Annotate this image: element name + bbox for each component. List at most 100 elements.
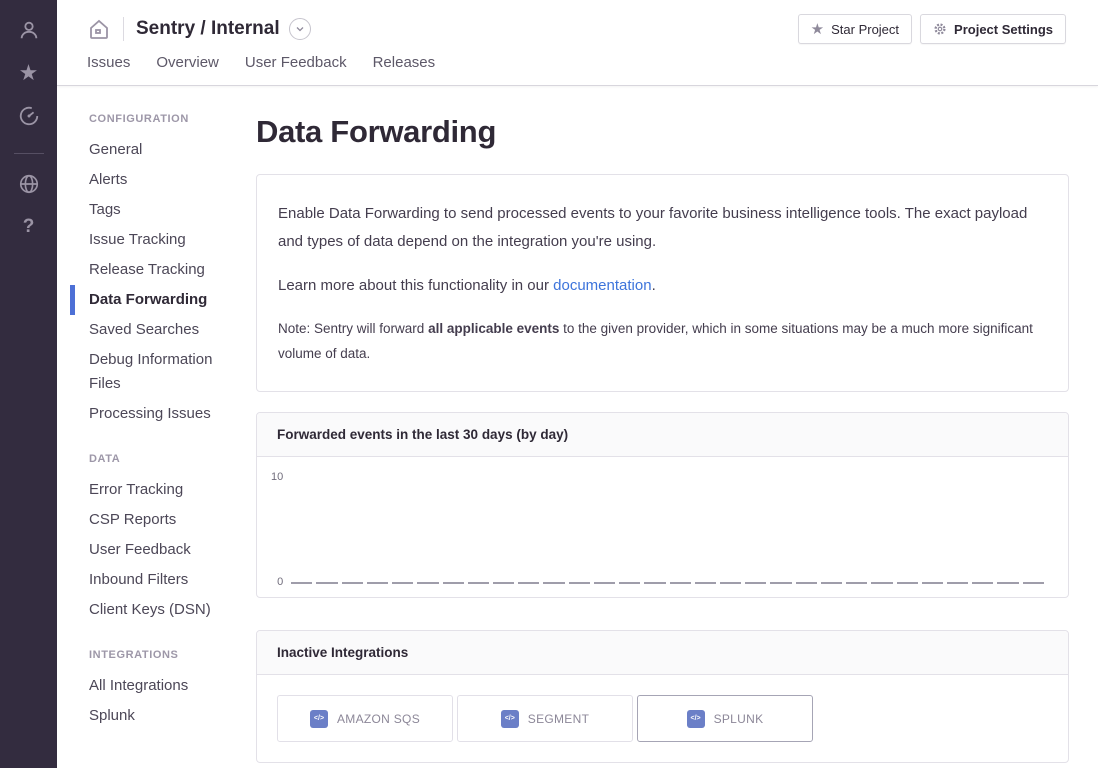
chart-bar-day-27 — [947, 582, 968, 584]
chart-bar-day-20 — [770, 582, 791, 584]
code-icon: </> — [687, 710, 705, 728]
star-icon: ★ — [811, 22, 824, 37]
chart-bar-day-2 — [316, 582, 337, 584]
chart-bar-day-7 — [443, 582, 464, 584]
chart-bar-day-9 — [493, 582, 514, 584]
chart-bar-day-30 — [1023, 582, 1044, 584]
app-rail: ★ ? — [0, 0, 57, 768]
home-icon[interactable] — [87, 17, 111, 41]
sidebar-item-release-tracking[interactable]: Release Tracking — [70, 255, 240, 285]
chart-bar-day-22 — [821, 582, 842, 584]
sidebar-item-general[interactable]: General — [70, 135, 240, 165]
note-paragraph: Note: Sentry will forward all applicable… — [278, 316, 1047, 366]
chart-bar-day-10 — [518, 582, 539, 584]
chart-bar-day-24 — [871, 582, 892, 584]
learn-more-paragraph: Learn more about this functionality in o… — [278, 272, 1047, 300]
chart-bar-day-4 — [367, 582, 388, 584]
integrations-panel-title: Inactive Integrations — [257, 631, 1068, 675]
nav-group-label-configuration: CONFIGURATION — [70, 113, 256, 125]
rail-divider — [14, 153, 44, 154]
sidebar-item-inbound-filters[interactable]: Inbound Filters — [70, 565, 240, 595]
sidebar-item-all-integrations[interactable]: All Integrations — [70, 671, 240, 701]
app-window: ★ ? Sentry / Internal — [0, 0, 1098, 768]
chart-bar-day-6 — [417, 582, 438, 584]
code-icon: </> — [310, 710, 328, 728]
chart-bar-day-5 — [392, 582, 413, 584]
help-icon[interactable]: ? — [15, 213, 43, 241]
sidebar-item-debug-information-files[interactable]: Debug Information Files — [70, 345, 240, 399]
settings-layout: CONFIGURATION GeneralAlertsTagsIssue Trac… — [57, 86, 1098, 768]
settings-sidebar: CONFIGURATION GeneralAlertsTagsIssue Trac… — [70, 106, 256, 768]
star-project-label: Star Project — [831, 22, 899, 37]
sidebar-item-data-forwarding[interactable]: Data Forwarding — [70, 285, 240, 315]
nav-group-label-data: DATA — [70, 453, 256, 465]
chart-bar-day-11 — [543, 582, 564, 584]
chevron-down-icon[interactable] — [289, 18, 311, 40]
project-nav-tabs: Issues Overview User Feedback Releases — [87, 54, 1066, 79]
integration-label: SEGMENT — [528, 712, 589, 726]
chart-bar-day-16 — [670, 582, 691, 584]
chart-bar-day-21 — [796, 582, 817, 584]
chart-bar-day-25 — [897, 582, 918, 584]
breadcrumb-divider — [123, 17, 124, 41]
star-icon[interactable]: ★ — [15, 59, 43, 87]
integration-card-amazon-sqs[interactable]: </> AMAZON SQS — [277, 695, 453, 742]
breadcrumb-project-title: Sentry / Internal — [136, 18, 280, 40]
y-axis-tick-min: 0 — [277, 576, 283, 588]
header-tab-user-feedback[interactable]: User Feedback — [245, 54, 347, 79]
sidebar-item-issue-tracking[interactable]: Issue Tracking — [70, 225, 240, 255]
chart-y-axis: 10 0 — [271, 471, 291, 585]
chart-bar-day-1 — [291, 582, 312, 584]
chart-bar-day-8 — [468, 582, 489, 584]
sidebar-item-csp-reports[interactable]: CSP Reports — [70, 505, 240, 535]
info-panel: Enable Data Forwarding to send processed… — [256, 174, 1069, 392]
chart-bar-day-15 — [644, 582, 665, 584]
info-paragraph: Enable Data Forwarding to send processed… — [278, 200, 1047, 256]
chart-bar-day-18 — [720, 582, 741, 584]
header-tab-releases[interactable]: Releases — [373, 54, 436, 79]
chart-panel-title: Forwarded events in the last 30 days (by… — [257, 413, 1068, 457]
gear-icon — [933, 22, 947, 36]
chart-bar-day-3 — [342, 582, 363, 584]
globe-icon[interactable] — [15, 170, 43, 198]
nav-group-label-integrations: INTEGRATIONS — [70, 649, 256, 661]
integration-label: AMAZON SQS — [337, 712, 420, 726]
integration-card-splunk[interactable]: </> SPLUNK — [637, 695, 813, 742]
integration-card-segment[interactable]: </> SEGMENT — [457, 695, 633, 742]
project-header: Sentry / Internal ★ Star Project — [57, 0, 1098, 86]
chart-bar-day-12 — [569, 582, 590, 584]
sidebar-item-saved-searches[interactable]: Saved Searches — [70, 315, 240, 345]
user-icon[interactable] — [15, 16, 43, 44]
history-clock-icon[interactable] — [15, 102, 43, 130]
page-title: Data Forwarding — [256, 114, 1069, 150]
sidebar-item-error-tracking[interactable]: Error Tracking — [70, 475, 240, 505]
code-icon: </> — [501, 710, 519, 728]
inactive-integrations-panel: Inactive Integrations </> AMAZON SQS </> SE… — [256, 630, 1069, 763]
project-settings-button[interactable]: Project Settings — [920, 14, 1066, 44]
sidebar-item-processing-issues[interactable]: Processing Issues — [70, 399, 240, 429]
documentation-link[interactable]: documentation — [553, 277, 651, 294]
sidebar-item-user-feedback[interactable]: User Feedback — [70, 535, 240, 565]
star-project-button[interactable]: ★ Star Project — [798, 14, 912, 44]
chart-bar-day-28 — [972, 582, 993, 584]
forwarded-events-chart: 10 0 — [257, 457, 1068, 597]
chart-bar-day-17 — [695, 582, 716, 584]
chart-bars — [291, 471, 1044, 585]
integration-cards: </> AMAZON SQS </> SEGMENT </> SPLUNK — [257, 675, 1068, 762]
sidebar-item-tags[interactable]: Tags — [70, 195, 240, 225]
main-column: Sentry / Internal ★ Star Project — [57, 0, 1098, 768]
chart-bar-day-13 — [594, 582, 615, 584]
chart-bar-day-26 — [922, 582, 943, 584]
sidebar-item-client-keys-dsn[interactable]: Client Keys (DSN) — [70, 595, 240, 625]
chart-bar-day-29 — [997, 582, 1018, 584]
y-axis-tick-max: 10 — [271, 471, 283, 483]
chart-bar-day-19 — [745, 582, 766, 584]
header-tab-issues[interactable]: Issues — [87, 54, 130, 79]
sidebar-item-splunk[interactable]: Splunk — [70, 701, 240, 731]
project-settings-label: Project Settings — [954, 22, 1053, 37]
forwarded-events-panel: Forwarded events in the last 30 days (by… — [256, 412, 1069, 598]
sidebar-item-alerts[interactable]: Alerts — [70, 165, 240, 195]
chart-bar-day-14 — [619, 582, 640, 584]
header-tab-overview[interactable]: Overview — [156, 54, 219, 79]
integration-label: SPLUNK — [714, 712, 764, 726]
